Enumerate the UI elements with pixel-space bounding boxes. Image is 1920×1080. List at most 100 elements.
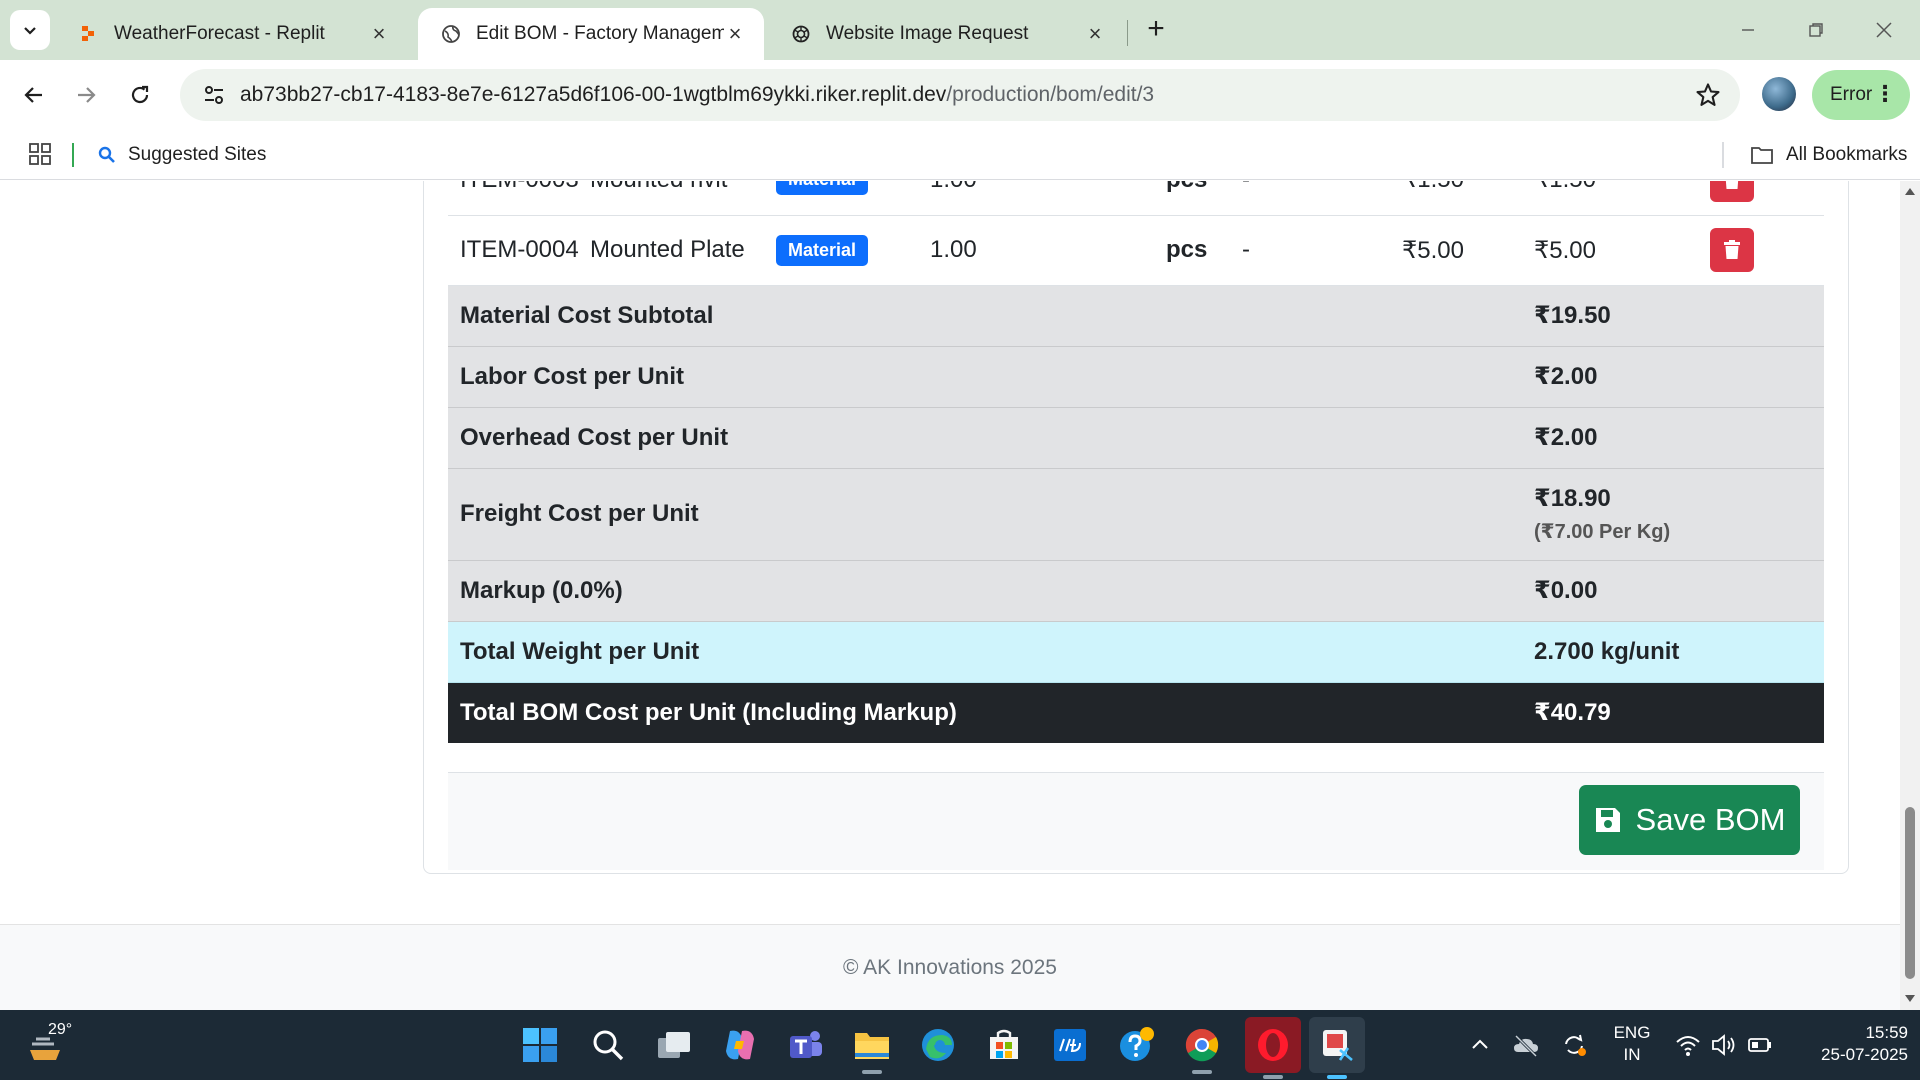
new-tab-button[interactable]: + — [1138, 12, 1174, 48]
task-view-button[interactable] — [651, 1022, 697, 1068]
wifi-icon[interactable] — [1674, 1032, 1702, 1058]
delete-item-button[interactable] — [1710, 228, 1754, 272]
close-icon[interactable]: × — [724, 23, 746, 45]
summary-value: ₹2.00 — [1534, 346, 1824, 408]
edge-icon — [922, 1029, 954, 1061]
page-scrollbar[interactable] — [1900, 181, 1920, 1010]
bom-items-table: ITEM-0003 Mounted rivit Material 1.00 pc… — [448, 181, 1824, 743]
taskbar-search-button[interactable] — [585, 1022, 631, 1068]
close-icon[interactable]: × — [1084, 23, 1106, 45]
summary-value: ₹19.50 — [1534, 285, 1824, 347]
language-code: ENG — [1613, 1023, 1651, 1042]
start-button[interactable] — [517, 1022, 563, 1068]
myhp-button[interactable] — [1047, 1022, 1093, 1068]
delete-item-button[interactable] — [1710, 181, 1754, 202]
bookmarks-bar: Suggested Sites All Bookmarks — [0, 130, 1920, 180]
chrome-icon — [1185, 1028, 1219, 1062]
reload-icon — [131, 85, 149, 104]
type-badge: Material — [776, 234, 869, 266]
error-button[interactable]: Error ⋮ — [1812, 70, 1910, 120]
item-rate: ₹1.50 — [1402, 181, 1534, 216]
running-indicator — [862, 1070, 882, 1074]
bookmark-star-icon[interactable] — [1694, 81, 1722, 109]
forward-button[interactable] — [66, 75, 106, 115]
copilot-button[interactable] — [717, 1022, 763, 1068]
scrollbar-thumb[interactable] — [1905, 807, 1915, 979]
item-unit: pcs — [1166, 181, 1242, 216]
scroll-up-icon[interactable] — [1904, 185, 1916, 197]
address-bar[interactable]: ab73bb27-cb17-4183-8e7e-6127a5d6f106-00-… — [180, 69, 1740, 121]
restore-button[interactable] — [1782, 0, 1850, 60]
summary-label: Markup (0.0%) — [448, 560, 1534, 622]
card-footer: Save BOM — [448, 772, 1824, 870]
onedrive-icon[interactable] — [1512, 1032, 1540, 1058]
language-indicator[interactable]: ENG IN — [1608, 1022, 1656, 1066]
close-window-button[interactable] — [1850, 0, 1918, 60]
region-code: IN — [1623, 1045, 1641, 1064]
snipping-tool-button[interactable] — [1309, 1017, 1365, 1079]
battery-icon[interactable] — [1746, 1032, 1774, 1058]
weather-widget[interactable]: 29° — [26, 1020, 106, 1070]
chrome-button[interactable] — [1179, 1022, 1225, 1074]
summary-value: ₹2.00 — [1534, 407, 1824, 469]
summary-label: Overhead Cost per Unit — [448, 407, 1534, 469]
windows-taskbar: 29° ENG IN 15:59 25-07-2025 — [0, 1010, 1920, 1080]
summary-value: 2.700 kg/unit — [1534, 621, 1824, 683]
reload-button[interactable] — [120, 75, 160, 115]
tab-edit-bom[interactable]: Edit BOM - Factory Management × — [418, 8, 764, 60]
summary-label: Total BOM Cost per Unit (Including Marku… — [448, 682, 1534, 743]
bookmark-label: All Bookmarks — [1786, 144, 1908, 165]
close-icon[interactable]: × — [368, 23, 390, 45]
running-indicator — [1327, 1075, 1347, 1079]
site-footer: © AK Innovations 2025 — [0, 924, 1900, 1010]
bookmark-suggested-sites[interactable]: Suggested Sites — [98, 130, 266, 180]
teams-icon — [790, 1031, 822, 1058]
store-icon — [990, 1029, 1018, 1059]
tab-search-button[interactable] — [10, 10, 50, 50]
url-host: ab73bb27-cb17-4183-8e7e-6127a5d6f106-00-… — [240, 83, 947, 106]
labor-cost-row: Labor Cost per Unit ₹2.00 — [448, 346, 1824, 408]
get-help-button[interactable] — [1113, 1022, 1159, 1068]
clock-date: 25-07-2025 — [1821, 1045, 1908, 1064]
tab-strip: WeatherForecast - Replit × Edit BOM - Fa… — [0, 0, 1920, 60]
back-button[interactable] — [14, 75, 54, 115]
file-explorer-button[interactable] — [849, 1022, 895, 1074]
bookmark-label: Suggested Sites — [128, 144, 267, 165]
tab-website-image-request[interactable]: Website Image Request × — [768, 8, 1124, 60]
tab-weatherforecast[interactable]: WeatherForecast - Replit × — [56, 8, 408, 60]
save-button-label: Save BOM — [1635, 802, 1786, 837]
item-note: - — [1242, 181, 1402, 216]
url-text: ab73bb27-cb17-4183-8e7e-6127a5d6f106-00-… — [240, 83, 1154, 107]
apps-grid-icon[interactable] — [28, 142, 52, 166]
microsoft-store-button[interactable] — [981, 1022, 1027, 1068]
summary-label: Labor Cost per Unit — [448, 346, 1534, 408]
more-vert-icon: ⋮ — [1874, 81, 1896, 106]
minimize-button[interactable] — [1714, 0, 1782, 60]
profile-avatar[interactable] — [1762, 77, 1796, 111]
clock-time: 15:59 — [1865, 1023, 1908, 1042]
scroll-down-icon[interactable] — [1904, 993, 1916, 1005]
chevron-down-icon — [24, 27, 36, 35]
save-bom-button[interactable]: Save BOM — [1579, 785, 1800, 855]
task-view-icon — [658, 1032, 690, 1058]
teams-button[interactable] — [783, 1022, 829, 1068]
edge-button[interactable] — [915, 1022, 961, 1068]
chevron-up-icon[interactable] — [1466, 1032, 1494, 1058]
summary-value: ₹0.00 — [1534, 560, 1824, 622]
sync-icon[interactable] — [1560, 1032, 1588, 1058]
opera-icon — [1258, 1029, 1288, 1061]
item-unit: pcs — [1166, 215, 1242, 286]
opera-button[interactable] — [1245, 1017, 1301, 1079]
trash-icon — [1725, 181, 1739, 189]
floppy-disk-icon — [1595, 808, 1620, 832]
site-info-icon[interactable] — [188, 69, 240, 121]
volume-icon[interactable] — [1710, 1032, 1738, 1058]
item-qty: 1.00 — [930, 181, 1166, 216]
clock[interactable]: 15:59 25-07-2025 — [1790, 1022, 1908, 1066]
windows-logo-icon — [523, 1028, 557, 1062]
all-bookmarks-button[interactable]: All Bookmarks — [1722, 142, 1907, 168]
trash-icon — [1724, 240, 1740, 259]
tab-separator — [1127, 20, 1128, 46]
copyright-text: © AK Innovations 2025 — [843, 955, 1057, 979]
tab-title: WeatherForecast - Replit — [114, 23, 325, 44]
